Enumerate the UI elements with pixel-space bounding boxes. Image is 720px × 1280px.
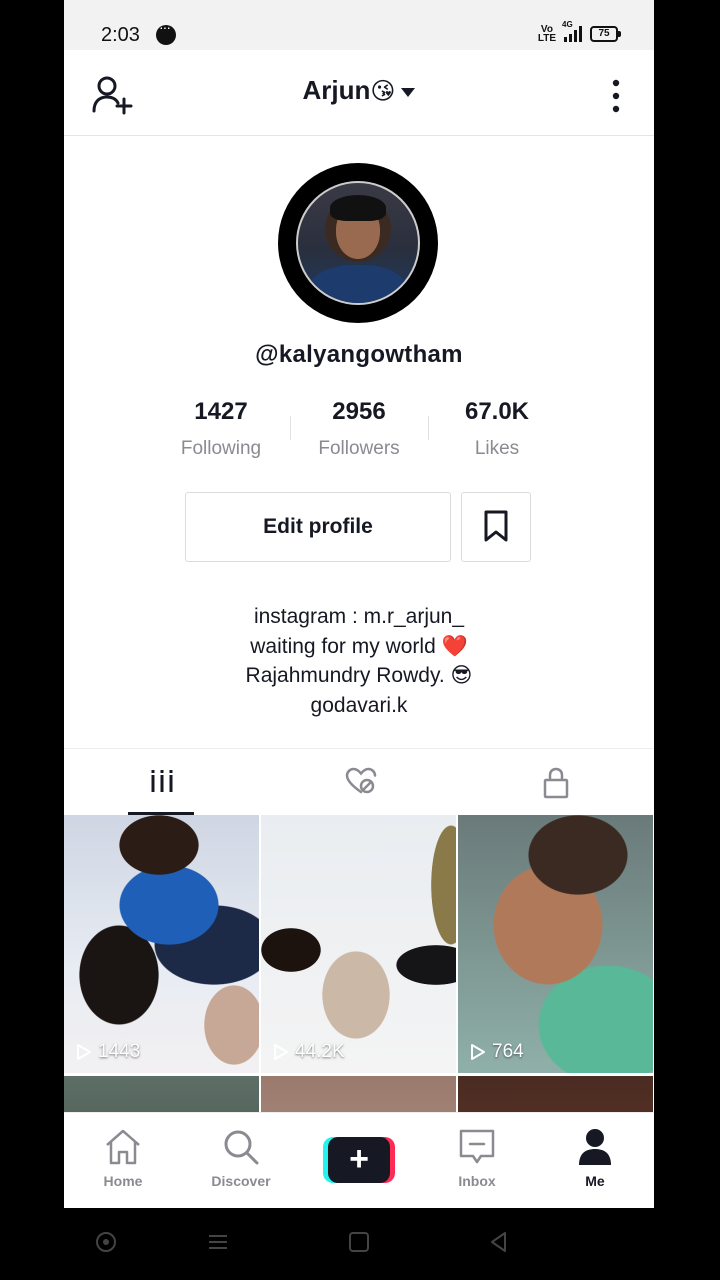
play-icon <box>471 1044 485 1060</box>
tab-videos[interactable] <box>64 749 260 815</box>
menu-icon[interactable] <box>206 1230 230 1259</box>
plus-icon: + <box>349 1140 369 1178</box>
nav-me[interactable]: Me <box>536 1113 654 1208</box>
more-vertical-icon[interactable] <box>610 79 622 113</box>
grid-icon <box>150 770 174 792</box>
nav-label: Inbox <box>458 1173 496 1189</box>
video-thumbnail[interactable]: 44.2K <box>261 815 456 1073</box>
view-count-value: 44.2K <box>295 1041 345 1062</box>
content-tabs <box>64 748 654 815</box>
system-nav-bar <box>0 1208 720 1280</box>
stat-followers[interactable]: 2956 Followers <box>290 398 428 460</box>
bookmark-button[interactable] <box>461 492 531 562</box>
avatar[interactable] <box>278 163 438 323</box>
notification-icon <box>156 19 176 45</box>
tab-liked[interactable] <box>261 749 457 815</box>
nav-label: Home <box>103 1173 143 1189</box>
stat-following[interactable]: 1427 Following <box>152 398 290 460</box>
play-icon <box>77 1044 91 1060</box>
bio-line: godavari.k <box>310 693 408 717</box>
view-count-value: 764 <box>492 1041 524 1062</box>
profile-icon <box>579 1129 611 1165</box>
nav-label: Discover <box>211 1173 271 1189</box>
account-switcher[interactable]: Arjun😘 <box>64 75 654 106</box>
username: @kalyangowtham <box>255 341 463 368</box>
bookmark-icon <box>484 510 508 541</box>
signal-icon: 4G <box>562 20 582 42</box>
profile-bio: instagram : m.r_arjun_ waiting for my wo… <box>64 602 654 720</box>
volte-icon: Vo LTE <box>537 24 556 44</box>
app-screen: 2:03 VoLTE 4G 75 Arjun😘 @kalyangowtham <box>64 0 654 1208</box>
page-title: Arjun <box>302 75 371 105</box>
stat-likes[interactable]: 67.0K Likes <box>428 398 566 460</box>
tab-private[interactable] <box>458 749 654 815</box>
assistant-icon[interactable] <box>94 1230 118 1259</box>
status-time: 2:03 <box>101 24 140 46</box>
inbox-icon <box>459 1129 495 1164</box>
create-button[interactable]: + <box>323 1137 395 1183</box>
back-icon[interactable] <box>487 1230 511 1259</box>
lock-icon <box>543 767 569 799</box>
bio-line: Rajahmundry Rowdy. 😎 <box>245 664 473 687</box>
profile-stats: 1427 Following 2956 Followers 67.0K Like… <box>152 398 566 460</box>
stat-label: Followers <box>318 438 400 459</box>
bottom-nav: Home Discover + Inbox Me <box>64 1112 654 1208</box>
view-count: 1443 <box>76 1041 140 1063</box>
view-count: 44.2K <box>273 1041 345 1063</box>
stat-value: 2956 <box>332 398 386 425</box>
status-bar: 2:03 VoLTE 4G 75 <box>64 0 654 50</box>
nav-label: Me <box>585 1173 605 1189</box>
bio-line: instagram : m.r_arjun_ <box>253 605 465 628</box>
nav-inbox[interactable]: Inbox <box>418 1113 536 1208</box>
chevron-down-icon <box>401 87 416 97</box>
video-thumbnail[interactable]: 1443 <box>64 815 259 1073</box>
stat-value: 67.0K <box>464 398 530 425</box>
status-indicators: Vo LTE 4G 75 <box>537 20 621 44</box>
stat-label: Likes <box>474 438 520 459</box>
view-count: 764 <box>470 1041 524 1063</box>
battery-icon: 75 <box>590 26 621 42</box>
play-icon <box>274 1044 288 1060</box>
recents-icon[interactable] <box>347 1230 371 1259</box>
nav-home[interactable]: Home <box>64 1113 182 1208</box>
avatar-image <box>296 181 420 305</box>
profile-header: Arjun😘 <box>64 51 654 136</box>
title-emoji: 😘 <box>370 78 396 105</box>
bio-line: waiting for my world ❤️ <box>250 634 468 658</box>
stat-value: 1427 <box>194 398 248 425</box>
nav-discover[interactable]: Discover <box>182 1113 300 1208</box>
home-icon <box>106 1129 140 1165</box>
edit-profile-button[interactable]: Edit profile <box>185 492 451 562</box>
search-icon <box>224 1130 259 1165</box>
view-count-value: 1443 <box>98 1041 141 1062</box>
network-label: 4G <box>562 20 573 29</box>
liked-hidden-icon <box>345 767 377 794</box>
video-thumbnail[interactable]: 764 <box>458 815 653 1073</box>
stat-label: Following <box>180 438 262 459</box>
